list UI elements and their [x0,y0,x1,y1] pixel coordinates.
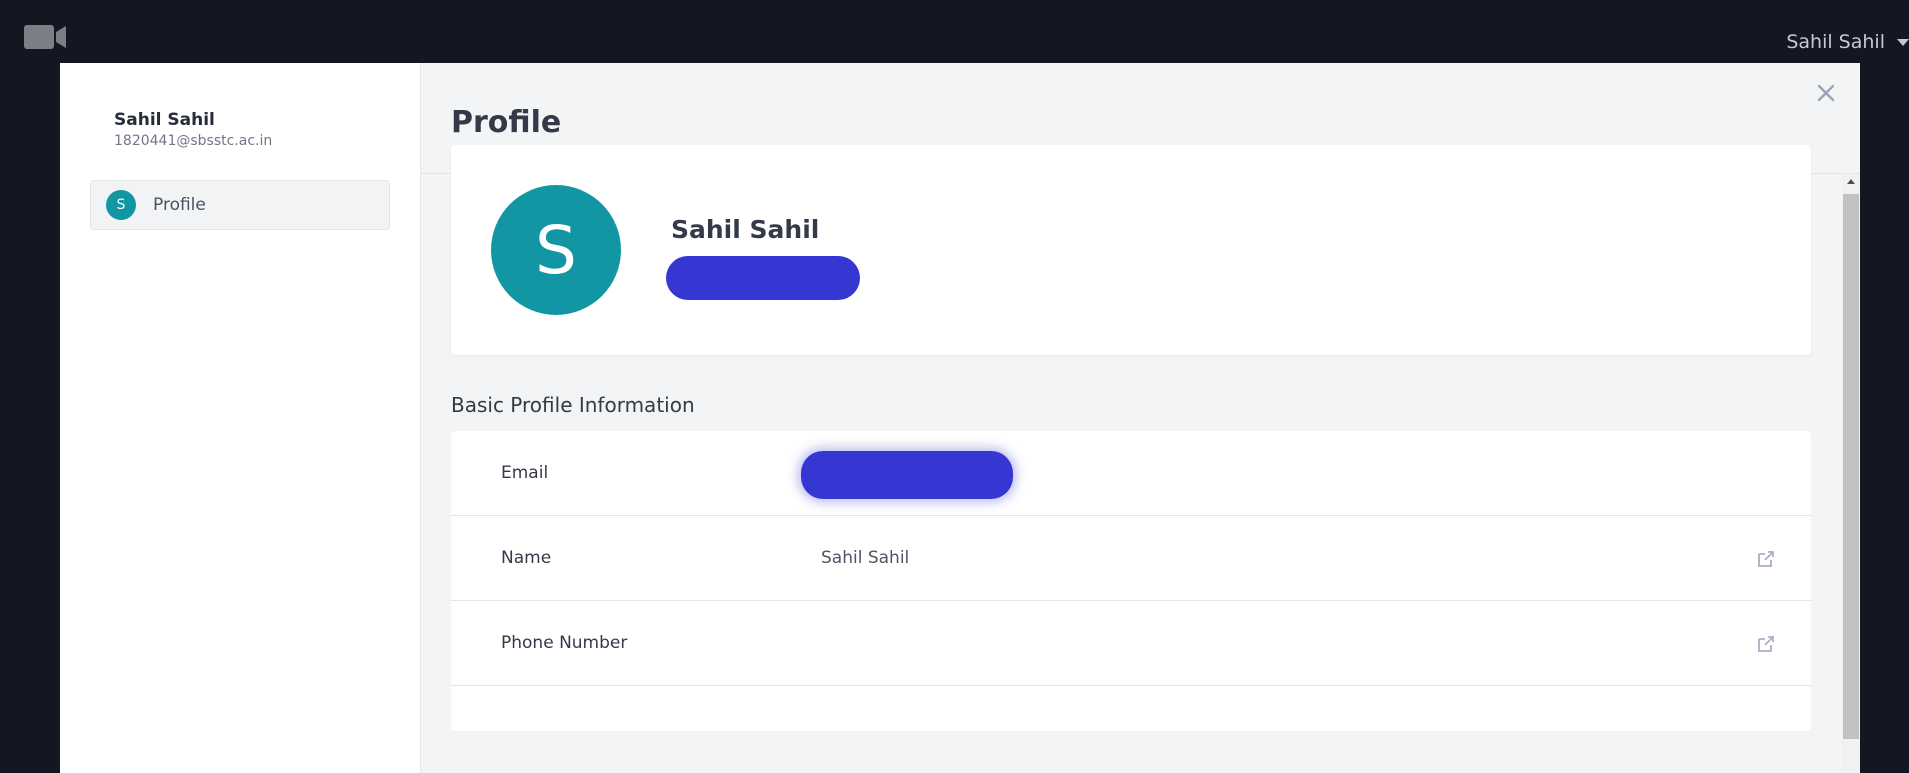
sidebar-item-label: Profile [153,195,206,215]
sidebar-user-name: Sahil Sahil [114,110,215,130]
scrollbar-thumb[interactable] [1843,194,1859,739]
info-value: Sahil Sahil [821,548,910,568]
edit-icon[interactable] [1757,550,1775,568]
user-menu-name: Sahil Sahil [1786,31,1885,53]
close-icon[interactable] [1814,81,1838,105]
user-menu-dropdown[interactable]: Sahil Sahil [1786,28,1909,56]
profile-info-card: Email Name Sahil Sahil Phone Number [451,431,1811,731]
sidebar-item-avatar: S [106,190,136,220]
profile-name: Sahil Sahil [671,215,820,244]
info-key: Phone Number [501,633,628,653]
video-camera-icon [24,25,66,49]
sidebar-user-email: 1820441@sbsstc.ac.in [114,133,273,149]
section-title: Basic Profile Information [451,393,695,417]
info-key: Email [501,463,549,483]
redaction-mark [666,256,860,300]
sidebar-item-profile[interactable]: S Profile [90,180,390,230]
profile-modal: Sahil Sahil 1820441@sbsstc.ac.in S Profi… [60,63,1860,773]
info-row-phone: Phone Number [451,601,1811,686]
info-row-name: Name Sahil Sahil [451,516,1811,601]
avatar: S [491,185,621,315]
info-key: Name [501,548,552,568]
page-title: Profile [451,105,562,140]
chevron-down-icon [1897,38,1909,46]
redaction-mark [801,451,1013,499]
modal-sidebar: Sahil Sahil 1820441@sbsstc.ac.in S Profi… [60,63,421,773]
edit-icon[interactable] [1757,635,1775,653]
profile-summary-card: S Sahil Sahil [451,145,1811,355]
modal-main: Profile S Sahil Sahil Basic Profile Info… [421,63,1860,773]
info-row-email: Email [451,431,1811,516]
scroll-up-icon[interactable] [1847,179,1855,184]
scrollbar[interactable] [1842,175,1860,773]
